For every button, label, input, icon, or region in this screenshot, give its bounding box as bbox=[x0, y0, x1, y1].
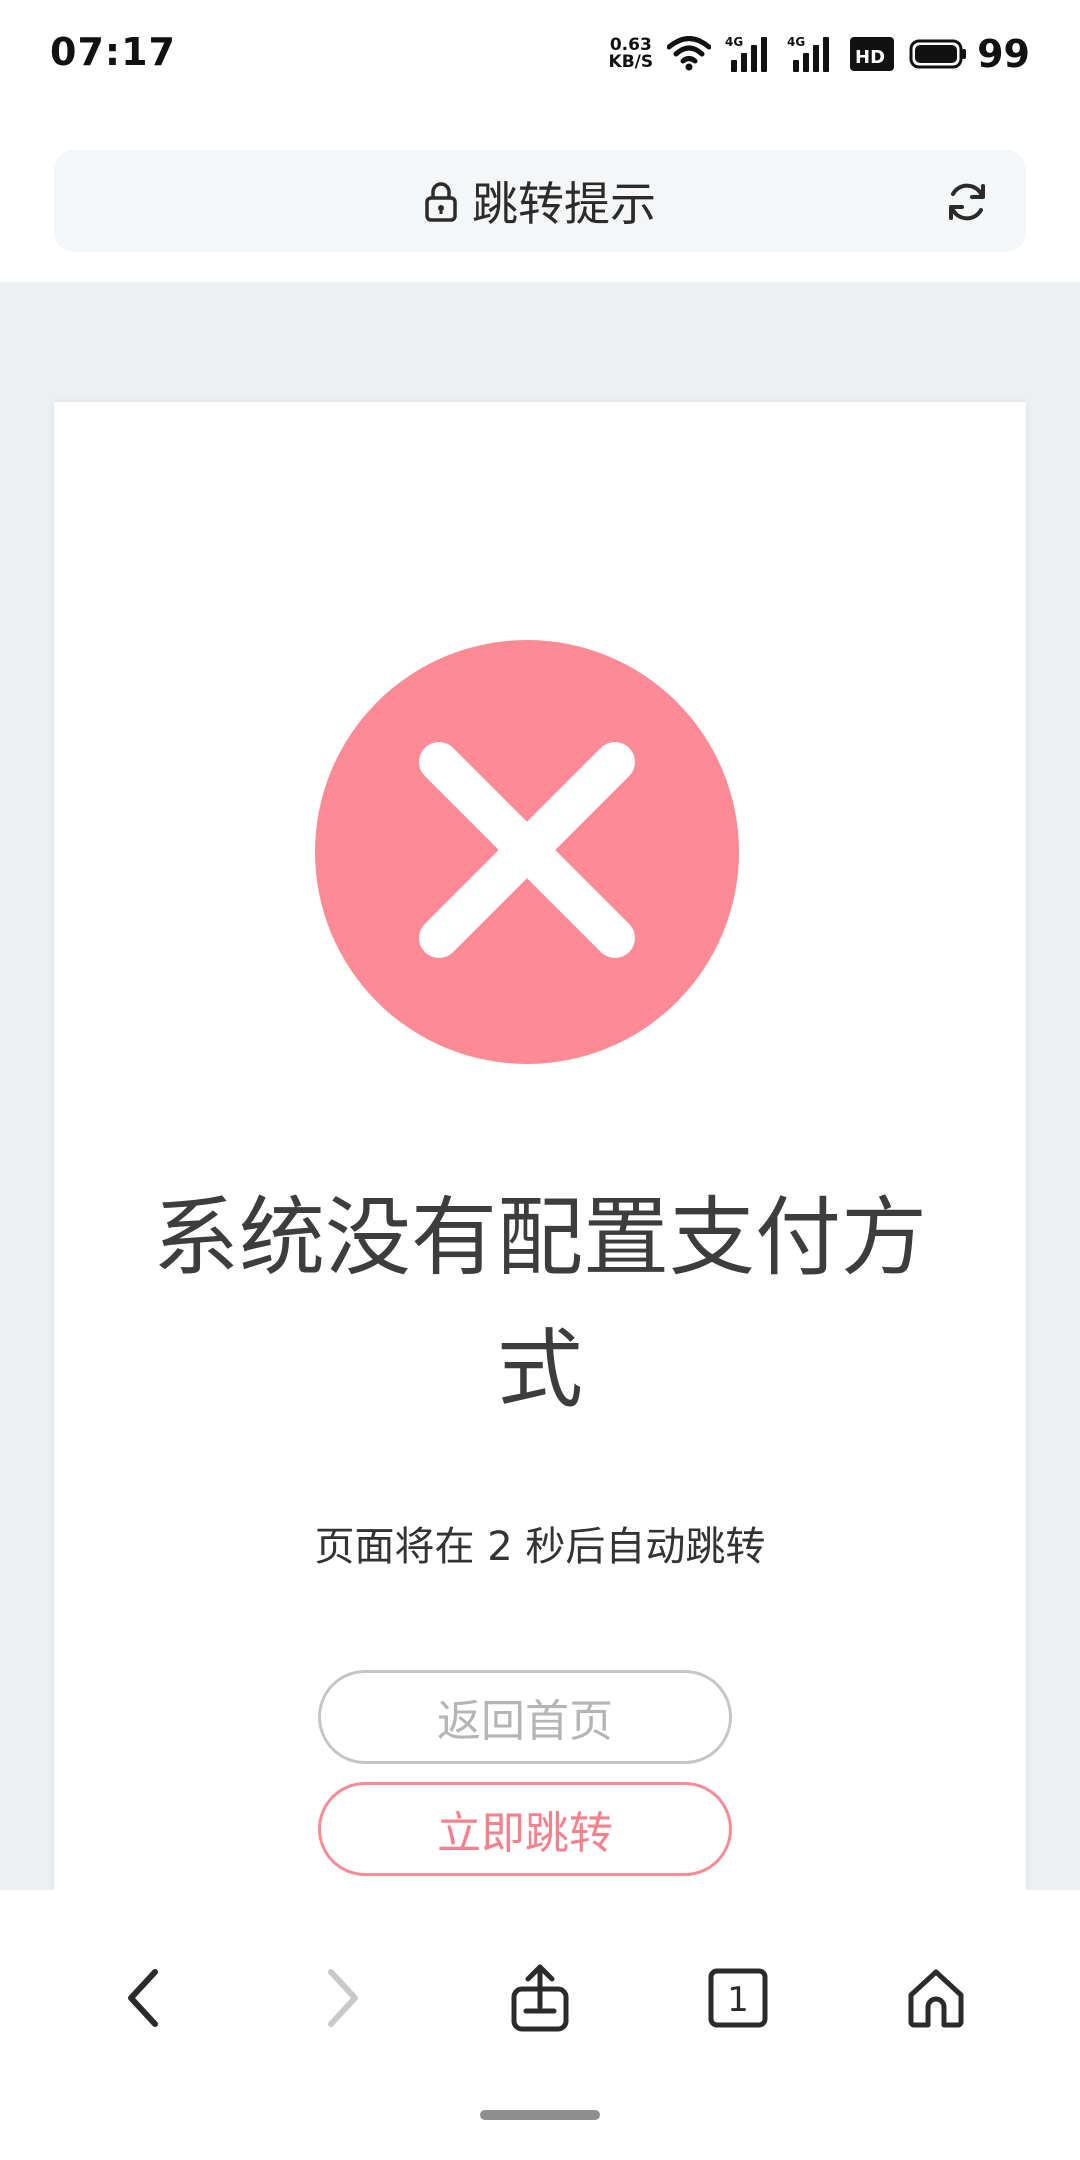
forward-button[interactable] bbox=[302, 1958, 382, 2038]
hd-label: HD bbox=[855, 47, 885, 68]
share-button[interactable] bbox=[500, 1958, 580, 2038]
status-time: 07:17 bbox=[50, 30, 176, 74]
error-title: 系统没有配置支付方式 bbox=[153, 1188, 927, 1420]
error-x-circle-icon bbox=[315, 640, 739, 1064]
share-icon bbox=[511, 1964, 569, 2032]
hd-voice-icon: HD bbox=[850, 37, 895, 71]
tabs-icon: 1 bbox=[708, 1968, 768, 2028]
address-bar-title[interactable]: 跳转提示 bbox=[54, 150, 1026, 252]
wifi-icon bbox=[667, 36, 712, 71]
web-content: 系统没有配置支付方式 页面将在 2 秒后自动跳转 返回首页 立即跳转 bbox=[0, 282, 1080, 1890]
page-title: 跳转提示 bbox=[472, 177, 656, 231]
signal-4g-icon-2: 4G bbox=[787, 35, 830, 72]
signal-4g-label: 4G bbox=[787, 35, 805, 49]
bottom-nav: 1 bbox=[0, 1890, 1080, 2160]
forward-icon bbox=[328, 1969, 358, 2027]
back-icon bbox=[128, 1969, 158, 2027]
back-home-button[interactable]: 返回首页 bbox=[318, 1670, 732, 1764]
address-bar[interactable]: 跳转提示 bbox=[54, 150, 1026, 252]
status-bar: 07:17 0.63 KB/S 4G 4G HD 99 bbox=[0, 0, 1080, 110]
reload-icon[interactable] bbox=[944, 179, 990, 225]
jump-now-button[interactable]: 立即跳转 bbox=[318, 1782, 732, 1876]
battery-icon bbox=[909, 39, 967, 69]
home-icon bbox=[908, 1969, 964, 2028]
network-speed: 0.63 KB/S bbox=[609, 37, 654, 71]
status-icons: 0.63 KB/S 4G 4G HD 99 bbox=[609, 30, 1030, 78]
home-indicator[interactable] bbox=[480, 2110, 600, 2120]
lock-icon bbox=[425, 182, 457, 222]
tab-count: 1 bbox=[727, 1980, 749, 2020]
back-button[interactable] bbox=[104, 1958, 184, 2038]
network-speed-unit: KB/S bbox=[608, 52, 654, 72]
error-card: 系统没有配置支付方式 页面将在 2 秒后自动跳转 返回首页 立即跳转 bbox=[54, 402, 1026, 1890]
tabs-button[interactable]: 1 bbox=[698, 1958, 778, 2038]
browser-toolbar: 跳转提示 bbox=[0, 110, 1080, 282]
battery-percent: 99 bbox=[977, 32, 1030, 76]
countdown-text: 页面将在 2 秒后自动跳转 bbox=[314, 1524, 766, 1570]
signal-4g-icon-1: 4G bbox=[725, 35, 768, 72]
signal-4g-label: 4G bbox=[725, 35, 743, 49]
home-button[interactable] bbox=[896, 1958, 976, 2038]
